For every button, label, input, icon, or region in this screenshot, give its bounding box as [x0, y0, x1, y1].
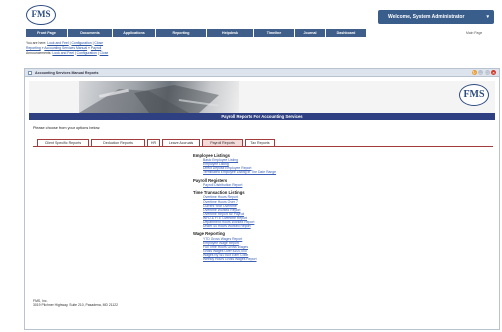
main-page-link[interactable]: Main Page — [466, 31, 482, 35]
banner-photo-art — [79, 85, 219, 113]
nav-front-page[interactable]: Front Page — [26, 29, 67, 37]
refresh-icon[interactable]: ↻ — [471, 70, 477, 75]
page-banner: FMS — [29, 81, 495, 113]
breadcrumb-link[interactable]: Configuration — [71, 41, 91, 45]
window-controls: ↻ – □ × — [471, 70, 496, 75]
tab-hr[interactable]: HR — [147, 139, 160, 146]
breadcrumb-link[interactable]: Payroll — [91, 46, 101, 50]
tab-payroll-reports[interactable]: Payroll Reports — [202, 139, 243, 146]
breadcrumb-link[interactable]: Configuration — [77, 51, 97, 55]
breadcrumb-prefix: You are here: — [26, 41, 47, 45]
banner-logo-text: FMS — [463, 89, 485, 100]
maximize-icon[interactable]: □ — [484, 70, 490, 75]
top-header: FMS Welcome, System Administrator ▾ — [0, 0, 502, 44]
logo-text: FMS — [31, 9, 51, 19]
close-icon[interactable]: × — [491, 70, 496, 75]
reports-window: Accounting Services Manual Reports ↻ – □… — [24, 68, 500, 330]
welcome-banner[interactable]: Welcome, System Administrator ▾ — [378, 10, 494, 24]
report-list: Employee Listings Basic Employee Listing… — [193, 153, 353, 261]
window-titlebar: Accounting Services Manual Reports ↻ – □… — [25, 69, 499, 77]
minimize-icon[interactable]: – — [478, 70, 483, 75]
report-link[interactable]: Weekly Hours Gross Wages Report — [203, 257, 353, 261]
window-icon — [28, 71, 32, 75]
breadcrumb-link[interactable]: Close — [94, 41, 103, 45]
nav-timeline[interactable]: Timeline — [254, 29, 294, 37]
nav-documents[interactable]: Documents — [68, 29, 112, 37]
nav-helpdesk[interactable]: Helpdesk — [207, 29, 253, 37]
tab-client-specific-reports[interactable]: Client Specific Reports — [37, 139, 89, 146]
report-tabs: Client Specific Reports Deduction Report… — [37, 139, 275, 146]
nav-journal[interactable]: Journal — [295, 29, 325, 37]
banner-photo — [79, 81, 239, 113]
breadcrumb-link[interactable]: Close — [100, 51, 109, 55]
tab-leave-accruals[interactable]: Leave Accruals — [162, 139, 200, 146]
intro-text: Please choose from your options below: — [33, 126, 101, 130]
tab-divider — [33, 146, 493, 147]
page-title: Payroll Reports For Accounting Services — [29, 113, 495, 120]
footer-address: 3019 Pilchner Highway, Suite 210, Pasade… — [33, 303, 119, 308]
breadcrumb: You are here: Look and Feel | Configurat… — [26, 41, 108, 56]
chevron-down-icon[interactable]: ▾ — [486, 10, 489, 24]
main-nav: Front Page Documents Applications Report… — [26, 29, 492, 37]
page-footer: FMS, Inc. 3019 Pilchner Highway, Suite 2… — [33, 299, 118, 308]
announcements-prefix: Announcements: — [26, 51, 52, 55]
breadcrumb-link[interactable]: Look and Feel — [52, 51, 74, 55]
nav-dashboard[interactable]: Dashboard — [326, 29, 366, 37]
fms-logo[interactable]: FMS — [26, 5, 56, 25]
breadcrumb-link[interactable]: Accounting Services Manual — [44, 46, 87, 50]
breadcrumb-link[interactable]: Look and Feel — [47, 41, 69, 45]
breadcrumb-link[interactable]: Reporting — [26, 46, 41, 50]
nav-applications[interactable]: Applications — [113, 29, 155, 37]
fms-banner-logo: FMS — [459, 84, 489, 106]
nav-reporting[interactable]: Reporting — [156, 29, 206, 37]
tab-tax-reports[interactable]: Tax Reports — [245, 139, 275, 146]
breadcrumb-line-3: Announcements: Look and Feel | Configura… — [26, 51, 109, 55]
tab-deduction-reports[interactable]: Deduction Reports — [91, 139, 145, 146]
window-title: Accounting Services Manual Reports — [35, 70, 99, 75]
welcome-text: Welcome, System Administrator — [388, 14, 465, 20]
